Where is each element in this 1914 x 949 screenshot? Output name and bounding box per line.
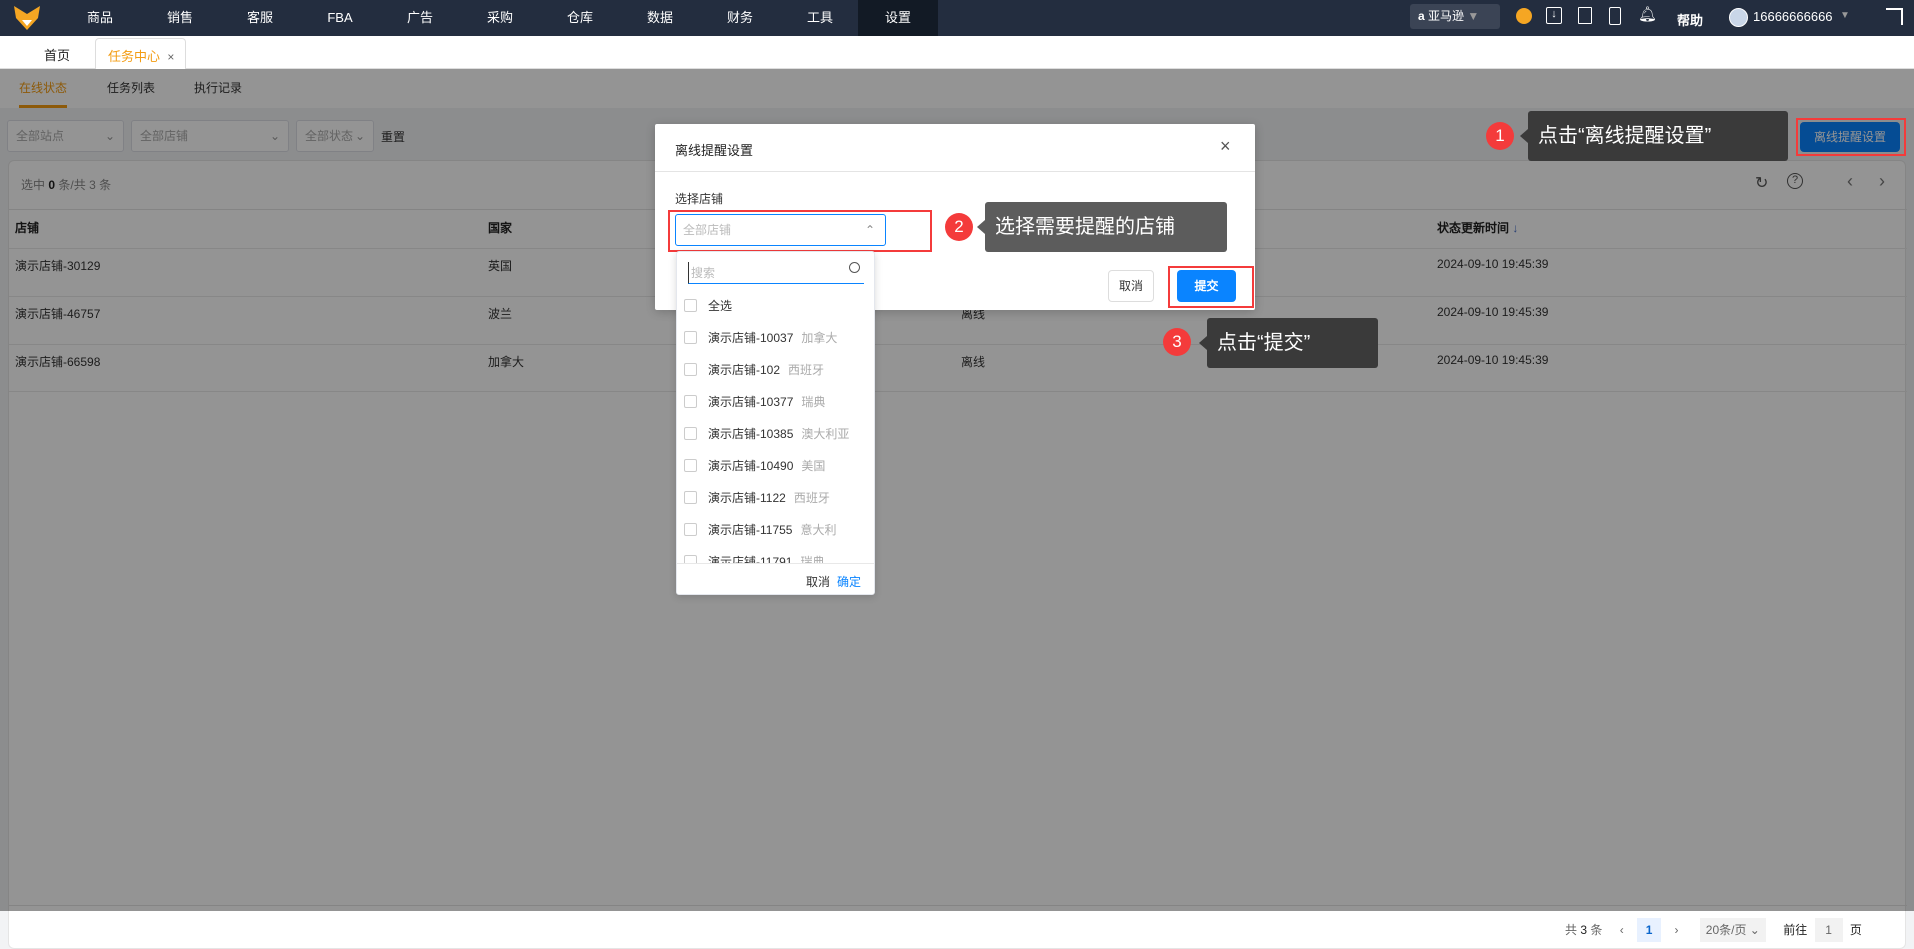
option-shop[interactable]: 演示店铺-10377 瑞典 — [677, 386, 874, 418]
step-badge-1: 1 — [1486, 122, 1514, 150]
option-country: 瑞典 — [801, 395, 826, 409]
cancel-button[interactable]: 取消 — [1108, 270, 1154, 302]
checkbox[interactable] — [684, 523, 697, 536]
fullscreen-icon[interactable] — [1886, 8, 1903, 25]
option-shop[interactable]: 演示店铺-10490 美国 — [677, 450, 874, 482]
mobile-icon[interactable] — [1609, 7, 1621, 25]
callout-step-3: 点击“提交” — [1199, 318, 1378, 368]
user-name[interactable]: 16666666666 — [1753, 9, 1833, 24]
total-items: 3 — [1580, 923, 1588, 937]
nav-item-tools[interactable]: 工具 — [780, 0, 860, 36]
nav-item-service[interactable]: 客服 — [220, 0, 300, 36]
total-prefix: 共 — [1565, 923, 1578, 937]
nav-item-settings[interactable]: 设置 — [858, 0, 938, 36]
nav-item-data[interactable]: 数据 — [620, 0, 700, 36]
prev-page-icon[interactable]: ‹ — [1620, 923, 1624, 937]
close-icon[interactable]: × — [167, 50, 174, 64]
option-label: 全选 — [708, 299, 733, 313]
option-label: 演示店铺-102 — [708, 363, 781, 377]
dropdown-search-input[interactable]: 搜索 — [688, 262, 864, 284]
option-country: 澳大利亚 — [801, 427, 850, 441]
option-label: 演示店铺-10385 — [708, 427, 794, 441]
page-1-button[interactable]: 1 — [1637, 918, 1662, 942]
nav-item-sales[interactable]: 销售 — [140, 0, 220, 36]
checkbox[interactable] — [684, 331, 697, 344]
search-icon — [849, 262, 860, 273]
checkbox[interactable] — [684, 459, 697, 472]
highlight-box-settings — [1796, 118, 1906, 156]
page-size-select[interactable]: 20条/页 ⌄ — [1699, 918, 1766, 942]
caret-down-icon: ▼ — [1467, 9, 1480, 23]
page-tab-bar: 首页 任务中心 × — [0, 36, 1914, 69]
shop-label: 选择店铺 — [675, 192, 724, 206]
logo-icon — [14, 6, 40, 30]
option-country: 意大利 — [800, 523, 837, 537]
highlight-box-submit — [1168, 266, 1254, 308]
top-nav: 商品 销售 客服 FBA 广告 采购 仓库 数据 财务 工具 设置 a 亚马逊 … — [0, 0, 1914, 36]
amazon-icon: a — [1418, 9, 1425, 23]
dropdown-cancel-button[interactable]: 取消 — [806, 573, 830, 590]
close-icon[interactable]: × — [1220, 136, 1231, 157]
nav-item-fba[interactable]: FBA — [300, 0, 380, 36]
option-shop[interactable]: 演示店铺-102 西班牙 — [677, 354, 874, 386]
option-shop[interactable]: 演示店铺-10037 加拿大 — [677, 322, 874, 354]
pagination: 共 3 条 ‹ 1 › 20条/页 ⌄ 前往 1 页 — [1565, 918, 1862, 942]
dropdown-footer: 取消 确定 — [677, 563, 874, 594]
tab-home[interactable]: 首页 — [44, 45, 70, 64]
download-icon[interactable]: ↓ — [1546, 7, 1562, 24]
tab-task-center[interactable]: 任务中心 × — [95, 38, 186, 69]
next-page-icon[interactable]: › — [1674, 923, 1678, 937]
page-suffix: 页 — [1849, 923, 1862, 937]
tab-task-center-label: 任务中心 — [108, 49, 161, 64]
add-document-icon[interactable] — [1578, 7, 1592, 24]
bell-icon[interactable]: 🔔︎ — [1638, 5, 1657, 23]
nav-item-warehouse[interactable]: 仓库 — [540, 0, 620, 36]
option-country: 美国 — [801, 459, 826, 473]
step-badge-2: 2 — [945, 213, 973, 241]
platform-select[interactable]: a 亚马逊 ▼ — [1410, 4, 1500, 29]
option-select-all[interactable]: 全选 — [677, 290, 874, 322]
checkbox[interactable] — [684, 427, 697, 440]
callout-step-1: 点击“离线提醒设置” — [1520, 111, 1788, 161]
checkbox[interactable] — [684, 491, 697, 504]
step-badge-3: 3 — [1163, 328, 1191, 356]
option-country: 加拿大 — [801, 331, 838, 345]
checkbox[interactable] — [684, 363, 697, 376]
option-shop[interactable]: 演示店铺-10385 澳大利亚 — [677, 418, 874, 450]
modal-title: 离线提醒设置 — [675, 143, 754, 158]
support-icon[interactable] — [1516, 8, 1532, 24]
total-suffix: 条 — [1590, 923, 1603, 937]
goto-page-input[interactable]: 1 — [1814, 918, 1843, 942]
shop-dropdown: 搜索 全选 演示店铺-10037 加拿大 演示店铺-102 西班牙 演示店铺-103… — [676, 251, 875, 595]
nav-item-ads[interactable]: 广告 — [380, 0, 460, 36]
option-country: 西班牙 — [788, 363, 825, 377]
option-shop[interactable]: 演示店铺-11755 意大利 — [677, 514, 874, 546]
nav-item-purchase[interactable]: 采购 — [460, 0, 540, 36]
user-caret-icon[interactable]: ▼ — [1840, 10, 1850, 21]
option-label: 演示店铺-11755 — [708, 523, 793, 537]
option-label: 演示店铺-10037 — [708, 331, 794, 345]
option-label: 演示店铺-1122 — [708, 491, 786, 505]
avatar[interactable] — [1729, 8, 1748, 27]
nav-item-finance[interactable]: 财务 — [700, 0, 780, 36]
page-size-value: 20条/页 — [1705, 923, 1747, 937]
callout-step-2: 选择需要提醒的店铺 — [977, 202, 1227, 252]
help-link[interactable]: 帮助 — [1677, 10, 1703, 29]
option-label: 演示店铺-10490 — [708, 459, 794, 473]
dropdown-confirm-button[interactable]: 确定 — [837, 573, 861, 590]
option-shop[interactable]: 演示店铺-1122 西班牙 — [677, 482, 874, 514]
checkbox[interactable] — [684, 395, 697, 408]
highlight-box-select — [668, 210, 932, 252]
option-label: 演示店铺-10377 — [708, 395, 794, 409]
option-country: 西班牙 — [793, 491, 830, 505]
goto-label: 前往 — [1783, 923, 1808, 937]
nav-item-products[interactable]: 商品 — [60, 0, 140, 36]
checkbox[interactable] — [684, 299, 697, 312]
platform-label: 亚马逊 — [1428, 9, 1465, 23]
